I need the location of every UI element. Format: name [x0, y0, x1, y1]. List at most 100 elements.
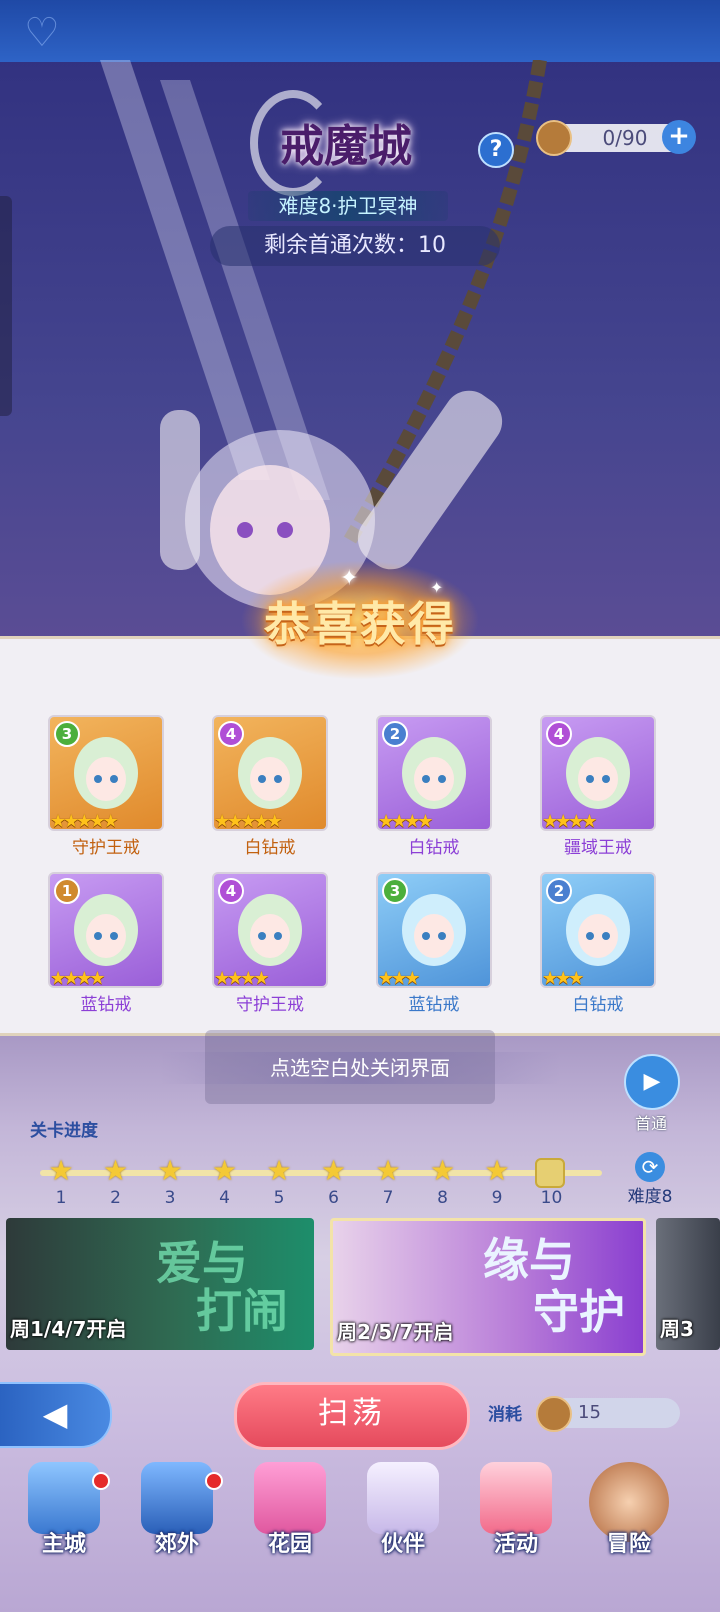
resource-counter: 0/90 + [536, 120, 696, 156]
stage-number: 7 [382, 1188, 394, 1208]
bottom-nav: 主城 郊外 花园 伙伴 活动 冒险 [0, 1456, 720, 1612]
stage-star-icon[interactable]: ★ [264, 1156, 294, 1186]
nav-suburbs[interactable]: 郊外 [127, 1462, 227, 1562]
side-tab[interactable] [0, 196, 12, 416]
resource-value: 0/90 [602, 126, 648, 150]
add-resource-button[interactable]: + [662, 120, 696, 154]
star-icon: ★ [266, 811, 283, 831]
star-icon: ★ [568, 968, 585, 988]
cost-label: 消耗 [488, 1405, 522, 1425]
stage-star-icon[interactable]: ★ [373, 1156, 403, 1186]
nav-label: 活动 [493, 1532, 538, 1557]
nav-adventure[interactable]: 冒险 [579, 1462, 679, 1562]
star-rating: ★★★★ [214, 968, 326, 986]
cost-value: 15 [578, 1402, 601, 1423]
star-rating: ★★★★ [542, 811, 654, 831]
star-rating: ★★★★ [50, 968, 162, 986]
castle-icon [28, 1462, 100, 1534]
difficulty-label: 难度8·护卫冥神 [248, 191, 448, 221]
nav-label: 冒险 [606, 1532, 651, 1557]
boss-stage-icon[interactable] [535, 1158, 565, 1188]
refresh-icon: ⟳ [635, 1152, 665, 1182]
reward-name: 白钻戒 [572, 995, 624, 1015]
nav-main-city[interactable]: 主城 [14, 1462, 114, 1562]
stage-number: 2 [110, 1188, 121, 1208]
star-icon: ★ [581, 811, 598, 831]
reward-name: 蓝钻戒 [408, 995, 460, 1015]
reward-card: 4 ★★★★★ [212, 715, 328, 831]
nav-label: 花园 [267, 1532, 312, 1557]
banner-title-line2: 守护 [533, 1285, 625, 1339]
star-icon: ★ [102, 811, 119, 831]
level-badge: 2 [382, 721, 408, 747]
stage-star-icon[interactable]: ★ [101, 1156, 131, 1186]
ring-spirit-portrait [402, 894, 466, 966]
cost-counter: 15 [536, 1396, 680, 1432]
event-banner-2[interactable]: 缘与 守护 周2/5/7开启 [330, 1218, 646, 1356]
reward-item[interactable]: 4 ★★★★★ 白钻戒 [212, 715, 328, 863]
stage-star-icon[interactable]: ★ [155, 1156, 185, 1186]
stage-star-icon[interactable]: ★ [210, 1156, 240, 1186]
reward-item[interactable]: 3 ★★★★★ 守护王戒 [48, 715, 164, 863]
reward-item[interactable]: 2 ★★★★ 白钻戒 [376, 715, 492, 863]
star-icon: ★ [417, 811, 434, 831]
star-rating: ★★★ [542, 968, 654, 988]
nav-events[interactable]: 活动 [466, 1462, 566, 1562]
reward-name: 守护王戒 [236, 995, 304, 1015]
reward-item[interactable]: 4 ★★★★ 守护王戒 [212, 872, 328, 1020]
progress-title: 关卡进度 [30, 1121, 98, 1141]
first-clear-video[interactable]: ▶ 首通 [624, 1054, 680, 1134]
reward-card: 1 ★★★★ [48, 872, 164, 988]
heart-icon [254, 1462, 326, 1534]
stage-number: 6 [328, 1188, 339, 1208]
reward-name: 疆域王戒 [564, 838, 632, 858]
banner-schedule: 周3 [660, 1317, 694, 1341]
nav-label: 主城 [41, 1532, 86, 1557]
event-banner-3[interactable]: 周3 [656, 1218, 720, 1350]
reward-item[interactable]: 3 ★★★ 蓝钻戒 [376, 872, 492, 1020]
food-icon [536, 120, 572, 156]
stage-number: 1 [55, 1188, 67, 1208]
star-rating: ★★★ [378, 968, 490, 986]
sweep-button[interactable]: 扫荡 [234, 1382, 470, 1450]
reward-item[interactable]: 2 ★★★ 白钻戒 [540, 872, 656, 1020]
notification-dot [205, 1472, 223, 1490]
banner-title-line2: 打闹 [196, 1284, 288, 1338]
notification-dot [92, 1472, 110, 1490]
top-bar: ♡ [0, 0, 720, 62]
back-arrow-icon: ◀ [42, 1395, 68, 1433]
banner-schedule: 周1/4/7开启 [10, 1317, 127, 1341]
reward-item[interactable]: 1 ★★★★ 蓝钻戒 [48, 872, 164, 1020]
nav-label: 伙伴 [380, 1532, 425, 1557]
stage-number: 10 [540, 1188, 563, 1208]
reward-name: 蓝钻戒 [80, 995, 132, 1015]
nav-partner[interactable]: 伙伴 [353, 1462, 453, 1562]
event-banner-1[interactable]: 爱与 打闹 周1/4/7开启 [6, 1218, 314, 1350]
reward-item[interactable]: 4 ★★★★ 疆域王戒 [540, 715, 656, 863]
level-badge: 4 [218, 721, 244, 747]
stage-star-icon[interactable]: ★ [46, 1156, 76, 1186]
reward-name: 守护王戒 [72, 838, 140, 858]
stage-number: 5 [273, 1188, 285, 1208]
star-rating: ★★★★ [378, 811, 490, 831]
level-badge: 2 [546, 878, 572, 904]
level-badge: 4 [218, 878, 244, 904]
ring-spirit-portrait [74, 894, 138, 966]
reward-name: 白钻戒 [408, 838, 460, 858]
difficulty-button[interactable]: ⟳ 难度8 [620, 1152, 680, 1207]
level-badge: 3 [54, 721, 80, 747]
level-badge: 1 [54, 878, 80, 904]
stage-star-icon[interactable]: ★ [428, 1156, 458, 1186]
camera-icon: ▶ [624, 1054, 680, 1110]
star-rating: ★★★★★ [214, 811, 326, 831]
nav-garden[interactable]: 花园 [240, 1462, 340, 1562]
back-button[interactable]: ◀ [0, 1382, 112, 1448]
stage-star-icon[interactable]: ★ [482, 1156, 512, 1186]
help-button[interactable]: ? [478, 132, 514, 168]
stage-title-text: 戒魔城 [280, 121, 412, 172]
stage-star-icon[interactable]: ★ [319, 1156, 349, 1186]
ring-spirit-portrait [402, 737, 466, 809]
ring-spirit-portrait [566, 737, 630, 809]
stage-number: 8 [437, 1188, 448, 1208]
level-badge: 3 [382, 878, 408, 904]
